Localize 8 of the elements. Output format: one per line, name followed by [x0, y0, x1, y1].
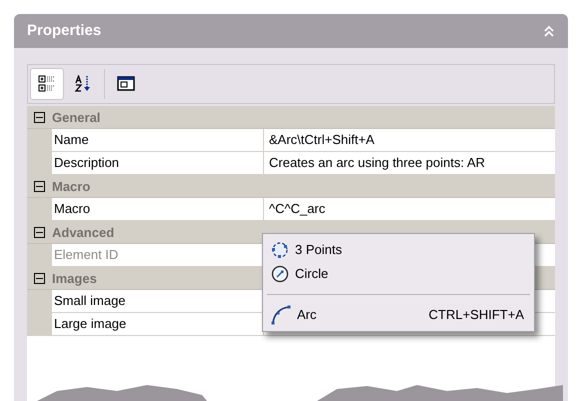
property-name: Name [52, 129, 264, 152]
property-name: Description [52, 152, 264, 175]
category-label: General [52, 109, 100, 127]
property-name: Macro [52, 198, 264, 221]
category-label: Macro [52, 178, 90, 196]
panel-title: Properties [27, 20, 102, 41]
category-label: Images [52, 270, 97, 288]
category-label: Advanced [52, 224, 114, 242]
